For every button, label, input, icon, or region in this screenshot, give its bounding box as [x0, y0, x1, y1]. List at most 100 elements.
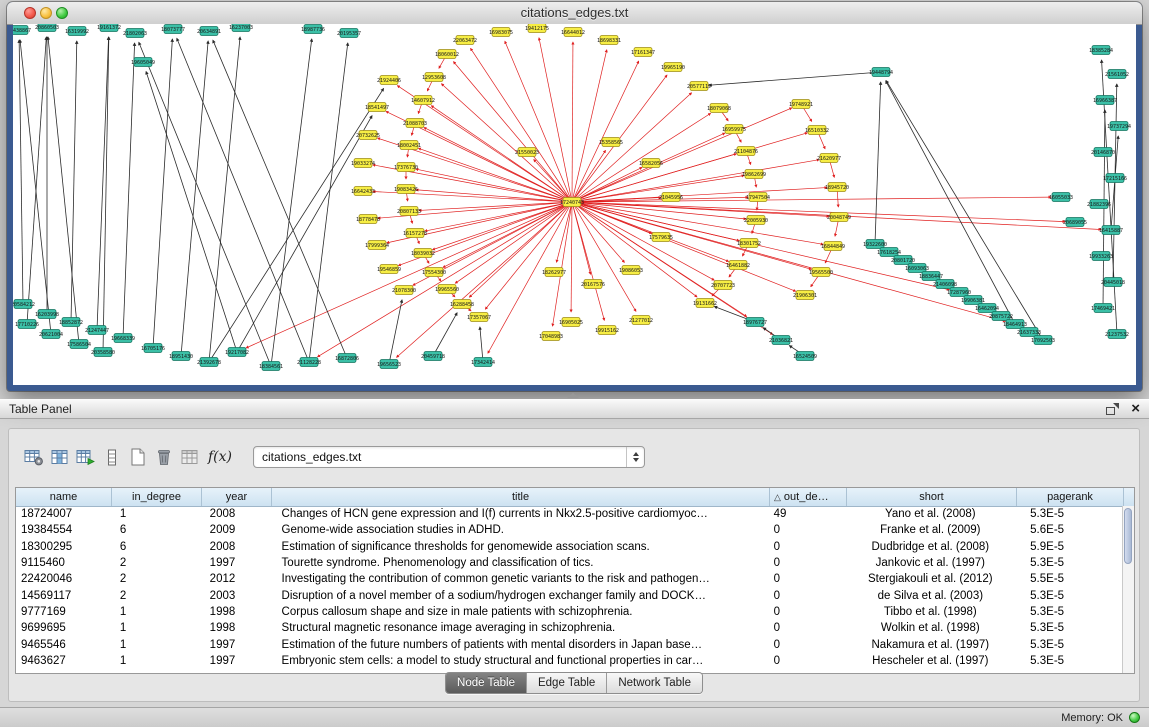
tab-network-table[interactable]: Network Table: [607, 673, 702, 693]
table-cell[interactable]: 1: [112, 639, 202, 651]
graph-node[interactable]: 16461882: [726, 261, 750, 270]
graph-node[interactable]: 21561052: [1105, 70, 1129, 79]
graph-edge[interactable]: [48, 37, 79, 344]
column-header-out-degree[interactable]: △out_de…: [770, 488, 847, 506]
graph-node[interactable]: 16288458: [450, 300, 474, 309]
graph-node[interactable]: 21036821: [769, 336, 793, 345]
table-cell[interactable]: 22420046: [16, 573, 112, 585]
graph-edge[interactable]: [237, 116, 372, 352]
table-row[interactable]: 946554611997Estimation of the future num…: [16, 636, 1122, 652]
table-cell[interactable]: 5.3E-5: [1015, 639, 1122, 651]
graph-node[interactable]: 18002451: [397, 141, 421, 150]
table-cell[interactable]: Genome-wide association studies in ADHD.: [272, 524, 769, 536]
graph-node[interactable]: 19965560: [435, 285, 459, 294]
table-cell[interactable]: 5.9E-5: [1015, 541, 1122, 553]
graph-edge[interactable]: [505, 41, 572, 202]
table-cell[interactable]: 9699695: [16, 622, 112, 634]
graph-node[interactable]: 16055033: [1049, 193, 1073, 202]
graph-node[interactable]: 19565500: [809, 268, 833, 277]
table-cell[interactable]: 5.3E-5: [1015, 508, 1122, 520]
graph-node[interactable]: 19862699: [742, 170, 766, 179]
graph-node[interactable]: 18945720: [825, 183, 849, 192]
graph-node[interactable]: 20167576: [581, 280, 605, 289]
graph-node[interactable]: 21104876: [734, 147, 758, 156]
graph-node[interactable]: 22063472: [453, 36, 477, 45]
table-cell[interactable]: Wolkin et al. (1998): [845, 622, 1015, 634]
graph-node[interactable]: 17376730: [394, 163, 418, 172]
graph-node[interactable]: 16959975: [722, 125, 746, 134]
graph-node[interactable]: 16872806: [335, 354, 359, 363]
graph-node[interactable]: 19748921: [789, 100, 813, 109]
graph-node[interactable]: 17215166: [1103, 174, 1127, 183]
graph-node[interactable]: 19448794: [869, 68, 893, 77]
table-cell[interactable]: 2: [112, 590, 202, 602]
float-panel-icon[interactable]: [1106, 403, 1119, 415]
graph-node[interactable]: 17240743: [560, 198, 584, 207]
table-cell[interactable]: 0: [769, 541, 846, 553]
graph-node[interactable]: 21045956: [659, 193, 683, 202]
table-cell[interactable]: 0: [769, 590, 846, 602]
table-row[interactable]: 1938455462009Genome-wide association stu…: [16, 522, 1122, 538]
graph-node[interactable]: 20584212: [13, 300, 35, 309]
graph-edge[interactable]: [488, 202, 572, 353]
graph-node[interactable]: 19131662: [693, 299, 717, 308]
column-header-in-degree[interactable]: in_degree: [112, 488, 202, 506]
graph-edge[interactable]: [177, 38, 309, 362]
graph-edge[interactable]: [709, 72, 881, 85]
graph-node[interactable]: 20048749: [827, 213, 851, 222]
table-cell[interactable]: 1: [112, 508, 202, 520]
graph-node[interactable]: 19217082: [225, 348, 249, 357]
table-cell[interactable]: 0: [769, 524, 846, 536]
graph-node[interactable]: 16203998: [35, 310, 59, 319]
graph-node[interactable]: 16157278: [403, 229, 427, 238]
graph-edge[interactable]: [213, 40, 347, 358]
graph-edge[interactable]: [209, 88, 384, 362]
graph-node[interactable]: 16319992: [65, 27, 89, 36]
graph-node[interactable]: 19668339: [111, 334, 135, 343]
table-cell[interactable]: 5.3E-5: [1015, 655, 1122, 667]
table-cell[interactable]: 9463627: [16, 655, 112, 667]
graph-node[interactable]: 18976727: [743, 318, 767, 327]
graph-node[interactable]: 16966387: [1093, 96, 1117, 105]
graph-node[interactable]: 16415887: [1099, 226, 1123, 235]
graph-node[interactable]: 19412175: [525, 24, 549, 33]
table-cell[interactable]: Corpus callosum shape and size in male p…: [272, 606, 769, 618]
graph-node[interactable]: 18987736: [301, 25, 325, 34]
table-cell[interactable]: 0: [769, 622, 846, 634]
graph-node[interactable]: 20445018: [1101, 278, 1125, 287]
graph-node[interactable]: 15358565: [599, 138, 623, 147]
table-cell[interactable]: 18300295: [16, 541, 112, 553]
table-row[interactable]: 1456911722003Disruption of a novel membe…: [16, 587, 1122, 603]
graph-node[interactable]: 16705176: [141, 344, 165, 353]
table-cell[interactable]: 0: [769, 557, 846, 569]
graph-edge[interactable]: [571, 202, 572, 312]
table-cell[interactable]: 1998: [202, 622, 272, 634]
graph-node[interactable]: 19083426: [394, 185, 418, 194]
table-cell[interactable]: Jankovic et al. (1997): [845, 557, 1015, 569]
graph-node[interactable]: 21550023: [515, 148, 539, 157]
column-header-pagerank[interactable]: pagerank: [1017, 488, 1124, 506]
graph-node[interactable]: 18060012: [435, 50, 459, 59]
table-cell[interactable]: 2009: [202, 524, 272, 536]
graph-node[interactable]: 18073777: [161, 25, 185, 34]
graph-edge[interactable]: [553, 202, 572, 326]
import-table-button[interactable]: [177, 445, 203, 469]
graph-edge[interactable]: [572, 42, 573, 202]
graph-node[interactable]: 17586504: [67, 340, 91, 349]
table-settings-button[interactable]: [21, 445, 47, 469]
table-cell[interactable]: 49: [769, 508, 846, 520]
graph-node[interactable]: 21277012: [629, 316, 653, 325]
graph-node[interactable]: 19546859: [377, 265, 401, 274]
graph-edge[interactable]: [441, 84, 572, 202]
table-cell[interactable]: 1997: [202, 639, 272, 651]
row-options-button[interactable]: [99, 445, 125, 469]
table-cell[interactable]: 9465546: [16, 639, 112, 651]
table-cell[interactable]: 6: [112, 541, 202, 553]
column-header-year[interactable]: year: [202, 488, 272, 506]
graph-node[interactable]: 19933263: [1089, 252, 1113, 261]
table-cell[interactable]: Disruption of a novel member of a sodium…: [272, 590, 769, 602]
graph-node[interactable]: 21882396: [1087, 200, 1111, 209]
table-cell[interactable]: 19384554: [16, 524, 112, 536]
graph-node[interactable]: 19656523: [377, 360, 401, 369]
table-cell[interactable]: 1997: [202, 655, 272, 667]
